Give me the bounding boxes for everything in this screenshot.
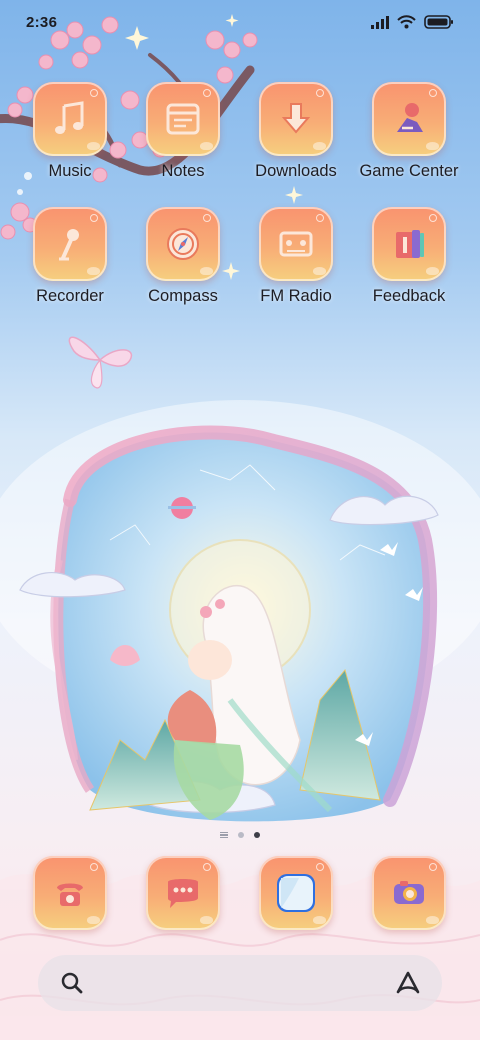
app-downloads[interactable]: Downloads (239, 82, 353, 181)
compass-icon (146, 207, 220, 281)
app-feedback[interactable]: Feedback (352, 207, 466, 306)
app-label: Compass (148, 287, 218, 305)
status-bar: 2:36 (0, 0, 480, 44)
wifi-icon (397, 15, 416, 29)
music-note-icon (33, 82, 107, 156)
messages-icon (146, 856, 220, 930)
notes-icon (146, 82, 220, 156)
app-label: Feedback (372, 287, 446, 305)
feedback-book-icon (372, 207, 446, 281)
phone-icon (33, 856, 107, 930)
game-center-icon (372, 82, 446, 156)
dock-messages[interactable] (126, 856, 240, 930)
search-bar[interactable] (38, 955, 442, 1011)
app-label: Game Center (359, 162, 459, 180)
page-list-icon (220, 831, 228, 839)
battery-icon (424, 15, 453, 29)
app-recorder[interactable]: Recorder (13, 207, 127, 306)
camera-icon (372, 856, 446, 930)
page-dot-active (254, 832, 260, 838)
app-music[interactable]: Music (13, 82, 127, 181)
dock-phone[interactable] (13, 856, 127, 930)
search-icon[interactable] (60, 971, 84, 995)
dock-browser[interactable] (239, 856, 353, 930)
radio-cassette-icon (259, 207, 333, 281)
status-time: 2:36 (26, 13, 58, 31)
download-arrow-icon (259, 82, 333, 156)
app-game-center[interactable]: Game Center (352, 82, 466, 181)
assistant-icon[interactable] (394, 970, 422, 996)
browser-icon (259, 856, 333, 930)
status-icons (371, 15, 454, 29)
app-label: Recorder (36, 287, 104, 305)
app-label: Downloads (255, 162, 337, 180)
app-label: Notes (161, 162, 205, 180)
page-dot (238, 832, 244, 838)
app-compass[interactable]: Compass (126, 207, 240, 306)
butterfly (68, 336, 133, 389)
app-fm-radio[interactable]: FM Radio (239, 207, 353, 306)
page-indicator[interactable] (0, 828, 480, 842)
signal-icon (371, 15, 389, 29)
app-label: Music (48, 162, 92, 180)
app-label: FM Radio (260, 287, 332, 305)
portal-illustration (19, 425, 439, 822)
app-notes[interactable]: Notes (126, 82, 240, 181)
dock-camera[interactable] (352, 856, 466, 930)
microphone-icon (33, 207, 107, 281)
